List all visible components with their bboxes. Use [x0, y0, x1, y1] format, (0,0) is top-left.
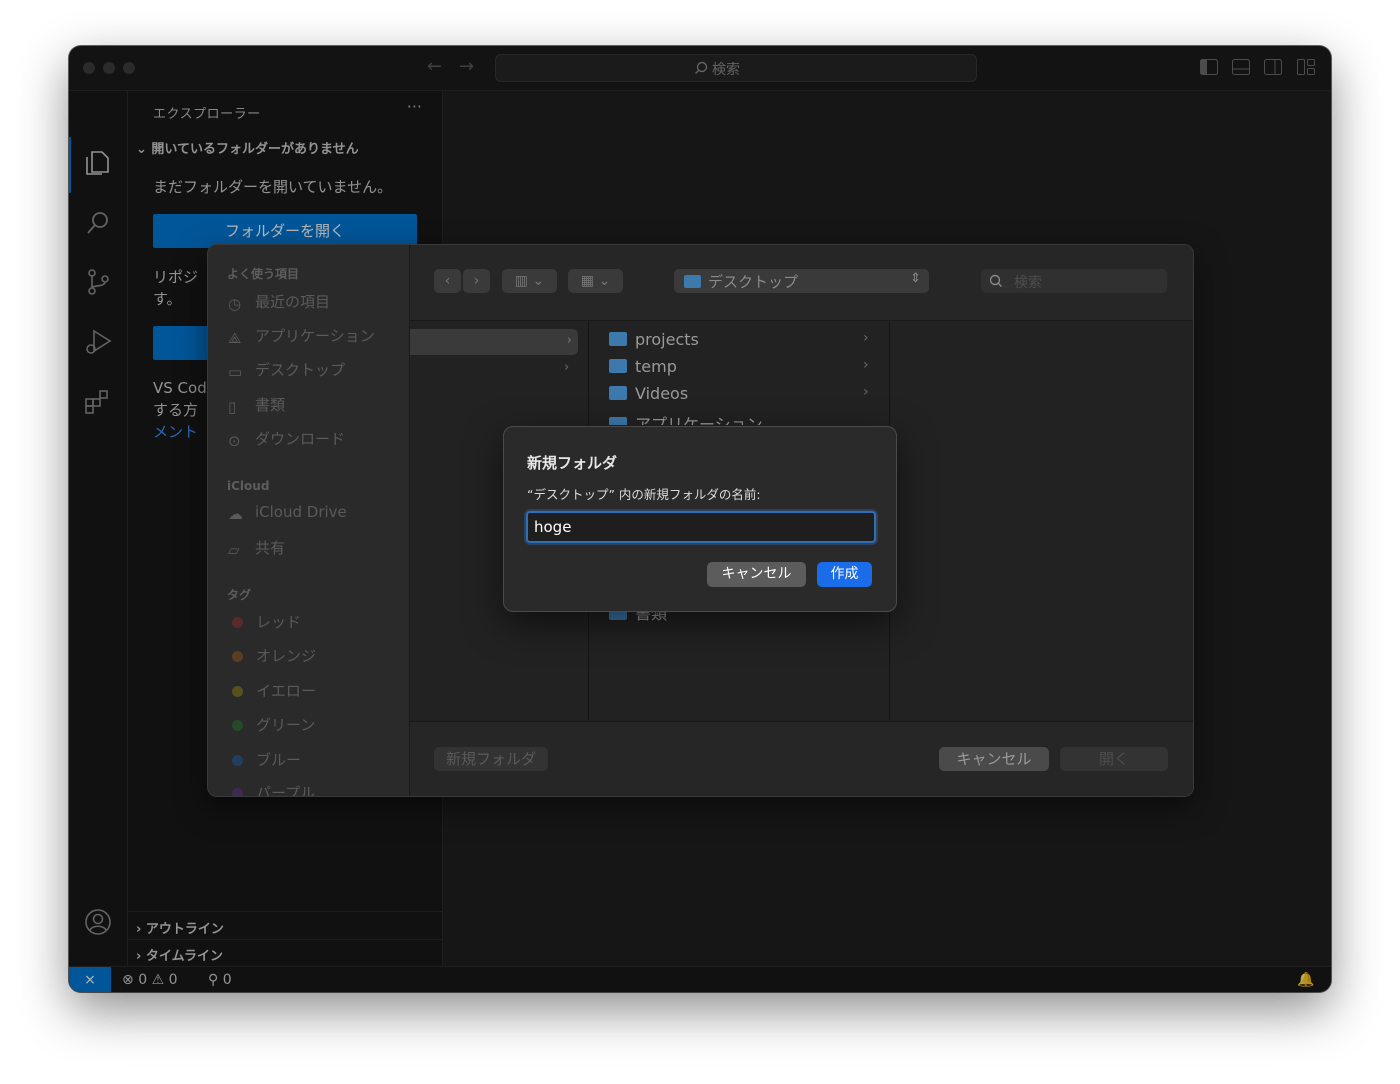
tags-header: タグ: [227, 588, 252, 602]
dialog-message: “デスクトップ” 内の新規フォルダの名前:: [527, 487, 761, 502]
folder-icon: [609, 358, 627, 373]
tag-dot-icon: [232, 686, 243, 697]
location-label: デスクトップ: [708, 273, 799, 291]
view-mode-columns-button[interactable]: ▥ ⌄: [502, 269, 557, 293]
tag-dot-icon: [232, 617, 243, 628]
folder-name-field[interactable]: [526, 511, 876, 543]
chevron-right-icon: ›: [863, 330, 869, 346]
sidebar-item-shared[interactable]: ▱ 共有: [228, 537, 285, 559]
group-options-button[interactable]: ▦ ⌄: [568, 269, 623, 293]
sidebar-item-applications[interactable]: ⟁ アプリケーション: [228, 325, 375, 347]
file-row-applications[interactable]: アプリケーション›: [609, 411, 763, 425]
folder-icon: [684, 275, 701, 288]
tag-dot-icon: [232, 651, 243, 662]
sidebar-item-documents[interactable]: ▯ 書類: [228, 394, 285, 416]
chevron-right-icon: ›: [566, 333, 572, 348]
file-row-projects[interactable]: projects ›: [609, 330, 869, 354]
file-row-videos[interactable]: Videos ›: [609, 384, 869, 408]
sidebar-item-desktop[interactable]: ▭ デスクトップ: [228, 359, 345, 381]
chevron-right-icon: ›: [863, 357, 869, 373]
dialog-create-button[interactable]: 作成: [817, 562, 872, 587]
folder-icon: [609, 416, 627, 425]
tag-yellow[interactable]: イエロー: [228, 680, 316, 702]
file-row-temp[interactable]: temp ›: [609, 357, 869, 381]
folder-icon: [609, 385, 627, 400]
folder-name-input[interactable]: [532, 515, 866, 539]
tag-dot-icon: [232, 755, 243, 766]
icloud-header: iCloud: [227, 479, 270, 493]
shared-folder-icon: ▱: [228, 540, 240, 559]
open-panel-sidebar: よく使う項目 ◷ 最近の項目 ⟁ アプリケーション ▭ デスクトップ ▯ 書類 ⊙ ダウン…: [208, 245, 410, 796]
tag-dot-icon: [232, 720, 243, 731]
clock-icon: ◷: [228, 294, 242, 313]
tag-blue[interactable]: ブルー: [228, 749, 301, 771]
tag-green[interactable]: グリーン: [228, 714, 315, 736]
desktop-icon: ▭: [228, 362, 243, 381]
new-folder-button[interactable]: 新規フォルダ: [434, 747, 548, 771]
panel-open-button[interactable]: 開く: [1060, 747, 1168, 771]
dialog-cancel-button[interactable]: キャンセル: [707, 562, 806, 587]
tag-red[interactable]: レッド: [228, 611, 301, 633]
search-icon: [989, 274, 1002, 287]
chevron-right-icon: ›: [564, 360, 570, 375]
document-icon: ▯: [228, 397, 237, 416]
tag-purple[interactable]: パープル: [228, 782, 315, 796]
chevron-right-icon: ›: [863, 384, 869, 400]
search-placeholder: 検索: [1014, 275, 1042, 291]
favorites-header: よく使う項目: [227, 267, 300, 281]
sidebar-item-icloud-drive[interactable]: ☁ iCloud Drive: [228, 503, 347, 525]
sidebar-item-downloads[interactable]: ⊙ ダウンロード: [228, 428, 345, 450]
tag-orange[interactable]: オレンジ: [228, 645, 316, 667]
updown-chevron-icon: ⇕: [910, 271, 921, 286]
panel-search-field[interactable]: 検索: [981, 269, 1167, 293]
cloud-icon: ☁: [228, 504, 243, 523]
open-panel-toolbar: ‹ › ▥ ⌄ ▦ ⌄ デスクトップ ⇕ 検索: [410, 245, 1193, 321]
sidebar-item-recents[interactable]: ◷ 最近の項目: [228, 291, 330, 313]
panel-cancel-button[interactable]: キャンセル: [939, 747, 1049, 771]
applications-icon: ⟁: [228, 328, 242, 347]
back-chevron-icon[interactable]: ‹: [434, 269, 461, 293]
open-panel-footer: 新規フォルダ キャンセル 開く: [410, 721, 1193, 796]
download-icon: ⊙: [228, 431, 241, 450]
forward-chevron-icon[interactable]: ›: [463, 269, 490, 293]
browser-column-3: [890, 321, 1193, 720]
dialog-title: 新規フォルダ: [527, 454, 618, 472]
selected-row[interactable]: ›: [410, 329, 578, 355]
folder-icon: [609, 331, 627, 346]
location-popup[interactable]: デスクトップ ⇕: [674, 269, 929, 293]
tag-dot-icon: [232, 788, 243, 796]
new-folder-dialog: 新規フォルダ “デスクトップ” 内の新規フォルダの名前: キャンセル 作成: [503, 426, 897, 612]
